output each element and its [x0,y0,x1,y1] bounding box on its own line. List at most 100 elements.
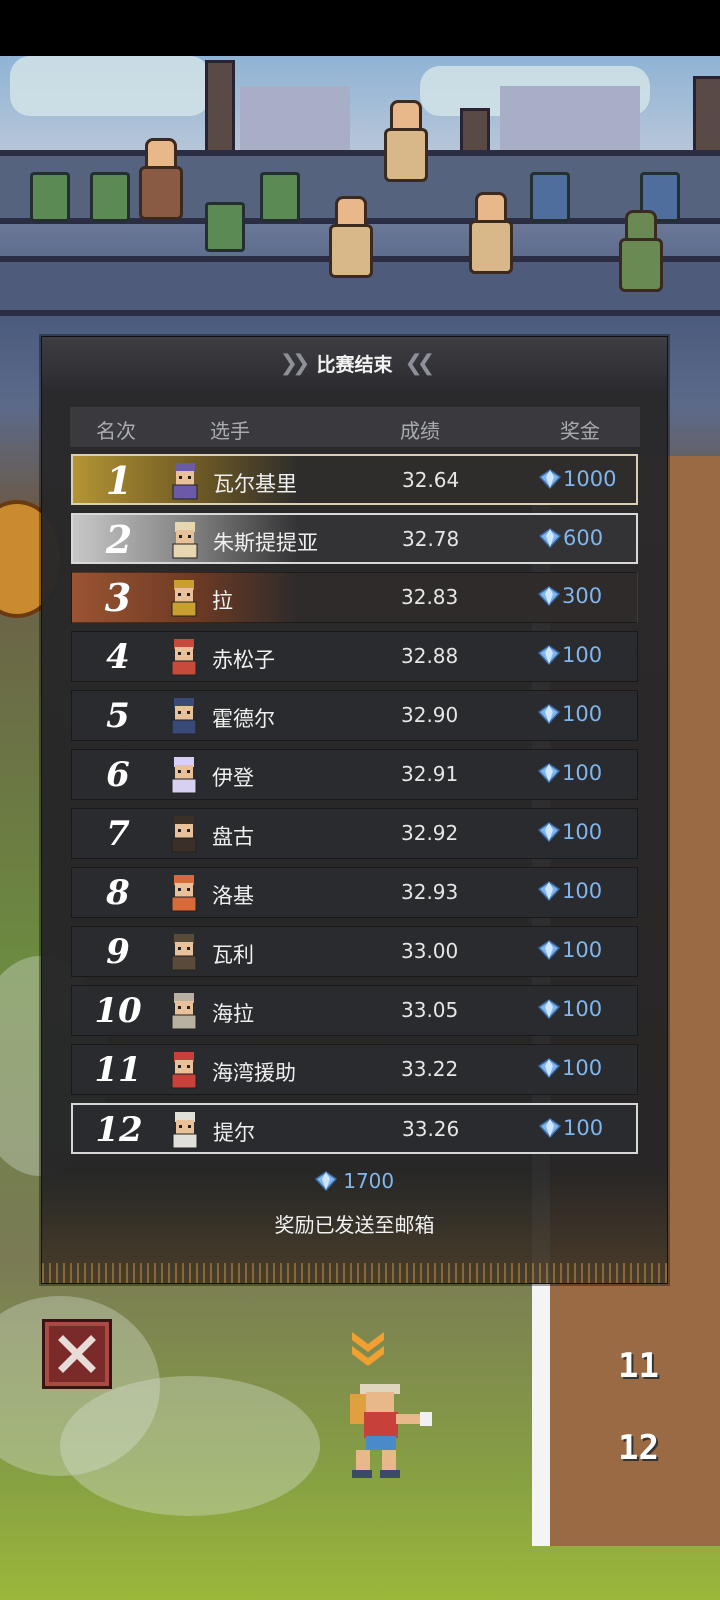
diamond-gem-icon [539,1118,561,1138]
player-name: 赤松子 [212,648,275,672]
player-avatar-icon [171,816,197,853]
player-prize: 100 [538,761,602,785]
rank-number: 2 [105,517,133,562]
player-avatar-icon [172,463,198,500]
prize-value: 300 [562,584,603,608]
player-score: 32.88 [401,644,459,668]
prize-value: 600 [563,526,604,550]
player-score: 32.64 [402,468,460,492]
results-row-9: 9 瓦利 33.00 100 [71,926,638,977]
double-chevron-right-icon: ❯❯ [279,350,311,376]
status-bar [0,0,720,56]
player-name: 霍德尔 [212,707,275,731]
mail-notice: 奖励已发送至邮箱 [274,1213,435,1237]
results-row-2: 2 朱斯提提亚 32.78 600 [71,513,638,564]
prize-value: 100 [562,1056,603,1080]
results-row-3: 3 拉 32.83 300 [71,572,638,623]
lane-number-11: 11 [618,1346,659,1386]
header-rank: 名次 [96,419,136,443]
rank-number: 8 [106,873,130,913]
player-score: 32.78 [402,527,460,551]
close-button[interactable] [42,1319,112,1389]
player-prize: 100 [538,938,602,962]
player-prize: 100 [538,643,602,667]
rank-number: 4 [106,637,130,677]
player-name: 拉 [212,589,233,613]
diamond-gem-icon [538,586,560,606]
panel-title: 比赛结束 [316,353,393,376]
rank-number: 1 [105,458,133,503]
player-score: 32.83 [401,585,459,609]
player-avatar-icon [171,875,197,912]
double-chevron-left-icon: ❮❮ [404,350,436,376]
diamond-gem-icon [314,1171,337,1191]
player-score: 33.26 [402,1117,460,1141]
results-row-11: 11 海湾援助 33.22 100 [71,1044,638,1095]
prize-value: 100 [562,702,603,726]
lane-number-12: 12 [618,1428,659,1468]
rank-number: 12 [95,1110,143,1150]
rank-number: 11 [94,1050,142,1090]
diamond-gem-icon [538,999,560,1019]
header-prize: 奖金 [560,419,600,443]
prize-value: 100 [562,938,603,962]
prize-value: 100 [562,761,603,785]
diamond-gem-icon [538,940,560,960]
player-name: 洛基 [212,884,254,908]
player-prize: 100 [538,997,602,1021]
player-prize: 100 [538,1056,602,1080]
results-row-10: 10 海拉 33.05 100 [71,985,638,1036]
results-row-12: 12 提尔 33.26 100 [71,1103,638,1154]
rank-number: 9 [106,932,130,972]
player-name: 瓦利 [212,943,254,967]
results-row-8: 8 洛基 32.93 100 [71,867,638,918]
results-row-5: 5 霍德尔 32.90 100 [71,690,638,741]
player-name: 瓦尔基里 [213,472,297,496]
player-avatar-icon [171,698,197,735]
diamond-gem-icon [538,822,560,842]
player-avatar-icon [171,993,197,1030]
player-score: 33.22 [401,1057,459,1081]
player-avatar-icon [172,522,198,559]
prize-value: 100 [562,643,603,667]
player-name: 提尔 [213,1121,255,1145]
player-score: 32.91 [401,762,459,786]
prize-value: 100 [562,820,603,844]
rank-number: 6 [106,755,130,795]
player-name: 伊登 [212,766,254,790]
prize-value: 100 [563,1116,604,1140]
results-row-6: 6 伊登 32.91 100 [71,749,638,800]
header-player: 选手 [210,419,250,443]
player-avatar-icon [172,1112,198,1149]
player-avatar-icon [171,934,197,971]
player-score: 32.92 [401,821,459,845]
player-prize: 100 [538,879,602,903]
diamond-gem-icon [539,528,561,548]
total-prize-value: 1700 [343,1169,395,1193]
player-name: 盘古 [212,825,254,849]
player-avatar-icon [171,757,197,794]
results-row-1: 1 瓦尔基里 32.64 1000 [71,454,638,505]
player-marker-icon [352,1332,384,1366]
diamond-gem-icon [538,1058,560,1078]
player-score: 32.93 [401,880,459,904]
prize-value: 100 [562,997,603,1021]
rank-number: 10 [94,991,142,1031]
results-row-7: 7 盘古 32.92 100 [71,808,638,859]
player-avatar-icon [171,1052,197,1089]
player-prize: 100 [538,702,602,726]
player-name: 朱斯提提亚 [213,531,318,555]
diamond-gem-icon [538,704,560,724]
player-avatar-icon [171,639,197,676]
player-score: 33.00 [401,939,459,963]
results-table-header: 名次 选手 成绩 奖金 [70,407,640,447]
diamond-gem-icon [539,469,561,489]
player-score: 33.05 [401,998,459,1022]
panel-title-bar: ❯❯ 比赛结束 ❮❮ [42,337,667,389]
player-score: 32.90 [401,703,459,727]
player-prize: 100 [538,820,602,844]
rank-number: 7 [106,814,130,854]
player-prize: 600 [539,526,603,550]
close-icon [58,1335,96,1373]
race-results-panel: ❯❯ 比赛结束 ❮❮ 名次 选手 成绩 奖金 1 瓦尔基里 32.64 1000 2 朱斯… [41,336,668,1284]
